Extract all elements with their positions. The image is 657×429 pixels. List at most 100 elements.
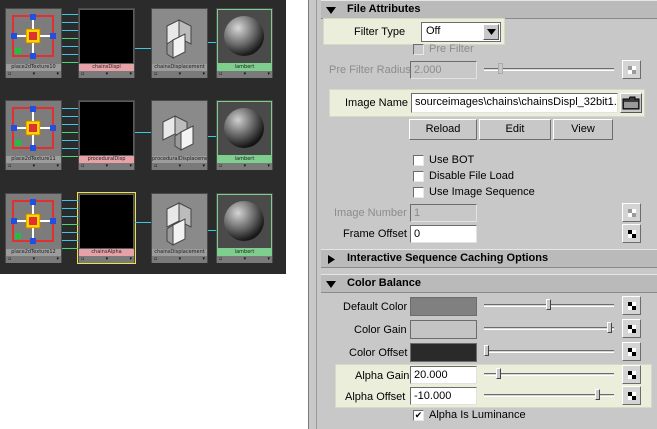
node-ports[interactable]: ▫ ▾ ▾	[217, 163, 272, 170]
node-ports[interactable]: ▫ ▾ ▾	[152, 163, 207, 170]
node-ports[interactable]: ▫ ▾ ▾	[79, 256, 134, 263]
displacement-node[interactable]: chainsDisplacement ▫ ▾ ▾	[151, 193, 208, 263]
displacement-node[interactable]: proceduralDisplacement ▫▾▾	[151, 100, 208, 170]
pre-filter-radius-slider-handle[interactable]	[498, 63, 503, 74]
edit-button[interactable]: Edit	[479, 119, 551, 140]
material-sphere-icon	[218, 102, 271, 155]
alpha-gain-slider-handle[interactable]	[496, 368, 501, 379]
section-color-balance[interactable]: Color Balance	[321, 274, 657, 293]
place2d-texture-node[interactable]: place2dTexture12 ▫ ▾ ▾	[5, 193, 62, 263]
displacement-icon	[153, 102, 206, 155]
checker-icon	[628, 325, 636, 333]
disable-file-load-checkbox[interactable]	[413, 171, 424, 182]
expand-arrow-icon	[326, 281, 336, 288]
pre-filter-radius-slider[interactable]	[484, 68, 614, 71]
image-name-field[interactable]: sourceimages\chains\chainsDispl_32bit1.t	[411, 93, 618, 113]
map-button[interactable]	[622, 319, 641, 338]
view-button[interactable]: View	[553, 119, 613, 140]
alpha-gain-label: Alpha Gain	[355, 370, 410, 382]
color-gain-label: Color Gain	[354, 324, 407, 336]
node-ports[interactable]: ▫ ▾ ▾	[79, 163, 134, 170]
node-ports[interactable]: ▫ ▾ ▾	[6, 163, 61, 170]
expand-arrow-icon	[328, 255, 335, 264]
color-offset-label: Color Offset	[349, 347, 408, 359]
node-label: chainsAlpha	[79, 249, 134, 256]
image-number-field[interactable]: 1	[410, 204, 477, 222]
section-interactive-caching[interactable]: Interactive Sequence Caching Options	[321, 249, 657, 268]
file-texture-thumbnail	[80, 195, 133, 248]
color-offset-slider[interactable]	[484, 350, 614, 353]
displacement-icon	[153, 195, 206, 248]
checker-icon	[628, 66, 636, 74]
place2d-texture-node[interactable]: place2dTexture10 ▫ ▾ ▾	[5, 8, 62, 78]
alpha-offset-field[interactable]: -10.000	[410, 387, 477, 405]
map-button[interactable]	[622, 386, 641, 405]
color-gain-slider[interactable]	[484, 327, 614, 330]
color-gain-swatch[interactable]	[410, 320, 477, 339]
default-color-swatch[interactable]	[410, 297, 477, 316]
hypershade-graph[interactable]: place2dTexture10 ▫ ▾ ▾ chainsDispl ▫ ▾ ▾ cha…	[0, 0, 286, 274]
filter-type-dropdown[interactable]: Off	[421, 22, 501, 42]
checker-icon	[628, 209, 636, 217]
map-button[interactable]	[622, 203, 641, 222]
node-ports[interactable]: ▫ ▾ ▾	[6, 71, 61, 78]
place2d-texture-icon	[7, 195, 60, 248]
material-node[interactable]: lambert ▫ ▾ ▾	[216, 100, 273, 170]
dropdown-button[interactable]	[483, 24, 499, 40]
reload-button[interactable]: Reload	[409, 119, 477, 140]
alpha-offset-slider-handle[interactable]	[595, 389, 600, 400]
node-label: chainsDispl	[79, 64, 134, 71]
section-title: File Attributes	[347, 3, 421, 15]
node-ports[interactable]: ▫ ▾ ▾	[152, 71, 207, 78]
file-texture-thumbnail	[80, 102, 133, 155]
section-title: Color Balance	[347, 277, 421, 289]
pre-filter-radius-field[interactable]: 2.000	[410, 61, 477, 79]
material-node[interactable]: lambert ▫ ▾ ▾	[216, 193, 273, 263]
map-button[interactable]	[622, 365, 641, 384]
use-image-sequence-checkbox[interactable]	[413, 187, 424, 198]
alpha-gain-field[interactable]: 20.000	[410, 366, 477, 384]
section-file-attributes[interactable]: File Attributes	[321, 0, 657, 19]
file-texture-node[interactable]: proceduralDisp ▫ ▾ ▾	[78, 100, 135, 170]
map-button[interactable]	[622, 342, 641, 361]
use-bot-label: Use BOT	[429, 154, 475, 166]
image-number-label: Image Number	[334, 207, 407, 219]
node-ports[interactable]: ▫ ▾ ▾	[217, 71, 272, 78]
disable-file-load-label: Disable File Load	[429, 170, 514, 182]
alpha-gain-slider[interactable]	[484, 373, 614, 376]
color-offset-swatch[interactable]	[410, 343, 477, 362]
node-label: place2dTexture12	[6, 249, 61, 256]
image-name-row: Image Name sourceimages\chains\chainsDis…	[329, 89, 645, 117]
frame-offset-field[interactable]: 0	[410, 225, 477, 243]
image-name-label: Image Name	[345, 97, 408, 109]
default-color-slider-handle[interactable]	[546, 299, 551, 310]
node-ports[interactable]: ▫ ▾ ▾	[217, 256, 272, 263]
color-gain-slider-handle[interactable]	[607, 322, 612, 333]
node-ports[interactable]: ▫ ▾ ▾	[6, 256, 61, 263]
alpha-offset-label: Alpha Offset	[345, 391, 406, 403]
node-label: place2dTexture10	[6, 64, 61, 71]
node-label: proceduralDisp	[79, 156, 134, 163]
use-bot-checkbox[interactable]	[413, 155, 424, 166]
checker-icon	[628, 392, 636, 400]
map-button[interactable]	[622, 60, 641, 79]
material-node[interactable]: lambert ▫ ▾ ▾	[216, 8, 273, 78]
place2d-texture-node[interactable]: place2dTexture11 ▫ ▾ ▾	[5, 100, 62, 170]
filter-type-label: Filter Type	[354, 26, 406, 38]
scrollbar[interactable]	[309, 0, 317, 429]
node-ports[interactable]: ▫ ▾ ▾	[152, 256, 207, 263]
alpha-is-luminance-checkbox[interactable]: ✔	[413, 410, 424, 421]
expand-arrow-icon	[326, 7, 336, 14]
browse-folder-button[interactable]	[620, 93, 642, 113]
file-texture-node[interactable]: chainsAlpha ▫ ▾ ▾	[77, 192, 136, 264]
displacement-node[interactable]: chainsDisplacement ▫ ▾ ▾	[151, 8, 208, 78]
color-offset-slider-handle[interactable]	[484, 345, 489, 356]
pre-filter-label: Pre Filter	[429, 43, 474, 55]
attribute-editor: File Attributes Filter Type Off Pre Filt…	[308, 0, 657, 429]
pre-filter-checkbox[interactable]	[413, 44, 424, 55]
node-ports[interactable]: ▫ ▾ ▾	[79, 71, 134, 78]
map-button[interactable]	[622, 224, 641, 243]
file-texture-node[interactable]: chainsDispl ▫ ▾ ▾	[78, 8, 135, 78]
displacement-icon	[153, 10, 206, 63]
map-button[interactable]	[622, 296, 641, 315]
